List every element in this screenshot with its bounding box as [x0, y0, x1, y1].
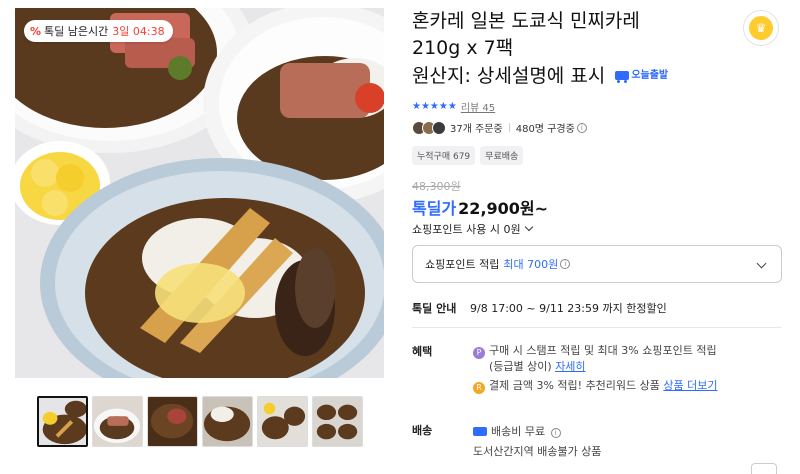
original-price: 48,300원	[412, 180, 461, 193]
thumbnail-6[interactable]	[312, 396, 363, 447]
info-icon[interactable]: i	[560, 259, 571, 269]
deal-price: 22,900원~	[458, 199, 549, 218]
benefits-label: 혜택	[412, 345, 433, 358]
product-title: 혼카레 일본 도쿄식 민찌카레 210g x 7팩 원산지: 상세설명에 표시 …	[412, 8, 732, 90]
deal-price-label: 톡딜가	[412, 199, 457, 218]
order-count: 37개 주문중	[450, 124, 503, 135]
scroll-top-button[interactable]	[751, 463, 777, 474]
point-accrual-max: 최대 700원	[503, 258, 559, 271]
section-divider	[412, 327, 782, 328]
reward-coin-icon: R	[473, 382, 485, 394]
thumbnail-5[interactable]	[257, 396, 308, 447]
point-accrual-dropdown[interactable]: 쇼핑포인트 적립 최대 700원 i	[412, 245, 782, 283]
point-icon: P	[473, 347, 485, 359]
deal-timer-label: 톡딜 남은시간	[44, 25, 109, 38]
deal-price-row: 톡딜가 22,900원~	[412, 195, 548, 219]
thumbnail-2[interactable]	[92, 396, 143, 447]
benefit-more-link[interactable]: 상품 더보기	[663, 379, 717, 392]
thumbnail-strip	[37, 396, 363, 447]
today-shipping-label: 오늘출발	[631, 70, 669, 81]
shipping-fee: 배송비 무료	[491, 425, 546, 438]
shipping-info: 배송비 무료 i 도서산간지역 배송불가 상품	[473, 422, 601, 462]
thumbnail-image	[93, 397, 142, 446]
rating-row: ★★★★★ 리뷰 45	[412, 99, 495, 114]
tag-free-shipping: 무료배송	[480, 146, 524, 165]
benefit-reward: R 결제 금액 3% 적립! 추천리워드 상품 상품 더보기	[473, 378, 718, 394]
truck-icon	[473, 427, 487, 436]
point-use-toggle[interactable]: 쇼핑포인트 사용 시 0원	[412, 221, 533, 237]
shipping-note: 도서산간지역 배송불가 상품	[473, 445, 602, 458]
deal-info-label: 톡딜 안내	[412, 302, 457, 315]
avatar	[432, 120, 446, 135]
product-main-image[interactable]: % 톡딜 남은시간 3일 04:38	[15, 8, 384, 378]
benefit-detail-link[interactable]: 자세히	[555, 360, 585, 373]
title-line-2: 210g x 7팩	[412, 37, 514, 59]
today-shipping-badge: 오늘출발	[615, 62, 668, 89]
thumbnail-3[interactable]	[147, 396, 198, 447]
deal-info-row: 톡딜 안내 9/8 17:00 ~ 9/11 23:59 까지 한정할인	[412, 300, 667, 316]
product-info: 혼카레 일본 도쿄식 민찌카레 210g x 7팩 원산지: 상세설명에 표시 …	[412, 8, 782, 90]
chevron-down-icon	[524, 222, 533, 232]
product-tags: 누적구매 679 무료배송	[412, 146, 524, 165]
viewer-count: 480명 구경중	[515, 124, 575, 135]
star-rating-icon: ★★★★★	[412, 101, 457, 112]
thumbnail-image	[203, 397, 252, 446]
truck-icon	[615, 71, 630, 83]
deal-info-value: 9/8 17:00 ~ 9/11 23:59 까지 한정할인	[470, 302, 667, 315]
shipping-label: 배송	[412, 424, 433, 437]
grade-badge[interactable]: ♛	[743, 10, 779, 46]
buyers-row: 37개 주문중 480명 구경중 i	[412, 120, 587, 135]
thumbnail-image	[258, 397, 307, 446]
deal-timer-value: 3일 04:38	[112, 25, 165, 38]
benefit-stamp: P 구매 시 스탬프 적립 및 최대 3% 쇼핑포인트 적립 (등급별 상이) 자…	[473, 343, 717, 374]
info-icon[interactable]: i	[576, 122, 587, 133]
benefit-stamp-text: 구매 시 스탬프 적립 및 최대 3% 쇼핑포인트 적립	[489, 344, 717, 357]
review-link[interactable]: 리뷰 45	[461, 99, 495, 114]
crown-badge-icon: ♛	[749, 16, 773, 40]
thumbnail-image	[39, 398, 86, 445]
title-line-1: 혼카레 일본 도쿄식 민찌카레	[412, 10, 640, 32]
tag-purchase-count: 누적구매 679	[412, 146, 476, 165]
thumbnail-image	[313, 397, 362, 446]
thumbnail-4[interactable]	[202, 396, 253, 447]
chevron-down-icon	[756, 258, 767, 269]
benefit-reward-text: 결제 금액 3% 적립! 추천리워드 상품	[489, 379, 660, 392]
percent-icon: %	[30, 24, 42, 38]
thumbnail-image	[148, 397, 197, 446]
info-icon[interactable]: i	[550, 428, 561, 438]
curry-photo	[15, 8, 384, 378]
deal-timer-badge: % 톡딜 남은시간 3일 04:38	[24, 20, 173, 42]
divider	[508, 123, 510, 132]
thumbnail-1[interactable]	[37, 396, 88, 447]
benefit-stamp-sub: (등급별 상이)	[489, 360, 552, 373]
point-accrual-label: 쇼핑포인트 적립	[425, 258, 500, 271]
point-use-label: 쇼핑포인트 사용 시 0원	[412, 223, 521, 236]
buyer-avatars	[412, 120, 446, 135]
title-line-3: 원산지: 상세설명에 표시	[412, 65, 606, 87]
